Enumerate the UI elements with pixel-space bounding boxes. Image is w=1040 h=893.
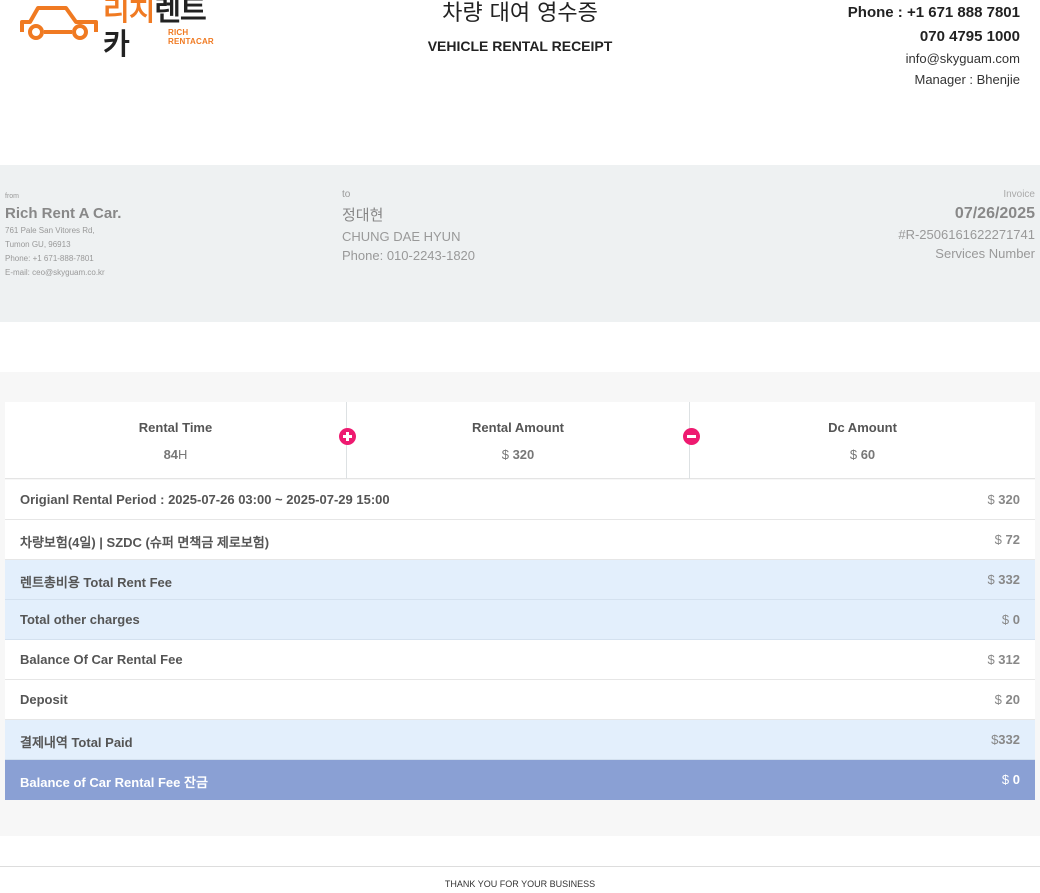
to-label: to [342, 189, 351, 200]
row-currency: $ [994, 692, 1002, 707]
row-amount: $ 72 [995, 532, 1020, 547]
contact-manager: Manager : Bhenjie [914, 72, 1020, 87]
list-item-total-paid: 결제내역 Total Paid $332 [5, 720, 1035, 760]
row-value: 332 [998, 732, 1020, 747]
plus-icon [339, 428, 356, 445]
dc-amount-label: Dc Amount [828, 420, 897, 435]
rental-amount-label: Rental Amount [472, 420, 564, 435]
row-amount: $ 320 [987, 492, 1020, 507]
row-value: 0 [1012, 772, 1020, 787]
rental-time-label: Rental Time [138, 420, 213, 435]
row-value: 320 [998, 492, 1020, 507]
list-item-total-rent-fee: 렌트총비용 Total Rent Fee $ 332 [5, 560, 1035, 600]
contact-phone-secondary: 070 4795 1000 [919, 28, 1020, 45]
row-amount: $ 0 [1002, 772, 1020, 787]
invoice-section: Invoice 07/26/2025 #R-2506161622271741 S… [898, 189, 1035, 261]
row-label: Total other charges [20, 612, 140, 627]
row-label: Balance Of Car Rental Fee [20, 652, 183, 667]
row-amount: $ 312 [987, 652, 1020, 667]
rental-time-cell: Rental Time 84H [5, 402, 347, 479]
invoice-date: 07/26/2025 [954, 205, 1035, 222]
row-amount: $ 332 [987, 572, 1020, 587]
rental-time-number: 84 [163, 447, 179, 462]
row-label: Balance of Car Rental Fee 잔금 [20, 775, 208, 790]
row-currency: $ [987, 572, 995, 587]
contact-block: Phone : +1 671 888 7801 070 4795 1000 in… [848, 4, 1020, 88]
row-currency: $ [987, 492, 995, 507]
rental-time-value: 84H [5, 447, 346, 462]
footer-thanks: THANK YOU FOR YOUR BUSINESS [444, 879, 596, 889]
customer-phone: Phone: 010-2243-1820 [342, 248, 476, 263]
rental-amount-currency: $ [501, 447, 509, 462]
from-company-name: Rich Rent A Car. [5, 205, 122, 222]
row-value: 72 [1005, 532, 1020, 547]
rental-amount-value: $ 320 [347, 447, 689, 462]
row-amount: $ 20 [995, 692, 1020, 707]
from-email: E-mail: ceo@skyguam.co.kr [5, 268, 105, 277]
row-value: 312 [998, 652, 1020, 667]
row-label: 렌트총비용 Total Rent Fee [20, 575, 173, 590]
list-item-deposit: Deposit $ 20 [5, 680, 1035, 720]
row-value: 332 [998, 572, 1020, 587]
list-item-balance: Balance Of Car Rental Fee $ 312 [5, 640, 1035, 680]
list-item-rental-period: Origianl Rental Period : 2025-07-26 03:0… [5, 480, 1035, 520]
list-item-remaining-balance: Balance of Car Rental Fee 잔금 $ 0 [5, 760, 1035, 800]
row-currency: $ [987, 652, 995, 667]
from-phone: Phone: +1 671-888-7801 [5, 254, 94, 263]
row-value: 0 [1012, 612, 1020, 627]
rental-time-unit: H [178, 447, 188, 462]
customer-name-english: CHUNG DAE HYUN [342, 229, 461, 244]
from-section: from Rich Rent A Car. 761 Pale San Vitor… [5, 193, 121, 280]
row-currency: $ [1001, 612, 1010, 627]
rental-amount-number: 320 [512, 447, 535, 462]
contact-phone: Phone : +1 671 888 7801 [847, 4, 1020, 21]
row-label: 차량보험(4일) | SZDC (슈퍼 면책금 제로보험) [20, 535, 270, 550]
row-amount: $ 0 [1002, 612, 1020, 627]
rental-amount-cell: Rental Amount $ 320 [347, 402, 690, 479]
row-value: 20 [1005, 692, 1020, 707]
invoice-number: #R-2506161622271741 [898, 227, 1035, 242]
dc-amount-number: 60 [860, 447, 876, 462]
row-currency: $ [1001, 772, 1010, 787]
charges-list: Origianl Rental Period : 2025-07-26 03:0… [5, 480, 1035, 800]
row-label: 결제내역 Total Paid [20, 735, 133, 750]
party-info-band: from Rich Rent A Car. 761 Pale San Vitor… [0, 165, 1040, 322]
row-amount: $332 [991, 732, 1020, 747]
footer-divider [0, 866, 1040, 867]
from-address-line1: 761 Pale San Vitores Rd, [5, 226, 95, 235]
services-number-label: Services Number [935, 246, 1035, 261]
dc-amount-cell: Dc Amount $ 60 [690, 402, 1035, 479]
invoice-label: Invoice [1003, 189, 1035, 200]
list-item-insurance: 차량보험(4일) | SZDC (슈퍼 면책금 제로보험) $ 72 [5, 520, 1035, 560]
minus-icon [683, 428, 700, 445]
from-label: from [5, 193, 19, 200]
list-item-other-charges: Total other charges $ 0 [5, 600, 1035, 640]
to-section: to 정대현 CHUNG DAE HYUN Phone: 010-2243-18… [342, 189, 475, 263]
dc-amount-currency: $ [849, 447, 858, 462]
row-label: Deposit [20, 692, 68, 707]
row-label: Origianl Rental Period : 2025-07-26 03:0… [20, 492, 390, 507]
from-address-line2: Tumon GU, 96913 [5, 240, 71, 249]
dc-amount-value: $ 60 [690, 447, 1035, 462]
customer-name-korean: 정대현 [342, 206, 384, 224]
summary-row: Rental Time 84H Rental Amount $ 320 Dc A… [5, 402, 1035, 479]
contact-email: info@skyguam.com [905, 51, 1020, 66]
row-currency: $ [994, 532, 1002, 547]
